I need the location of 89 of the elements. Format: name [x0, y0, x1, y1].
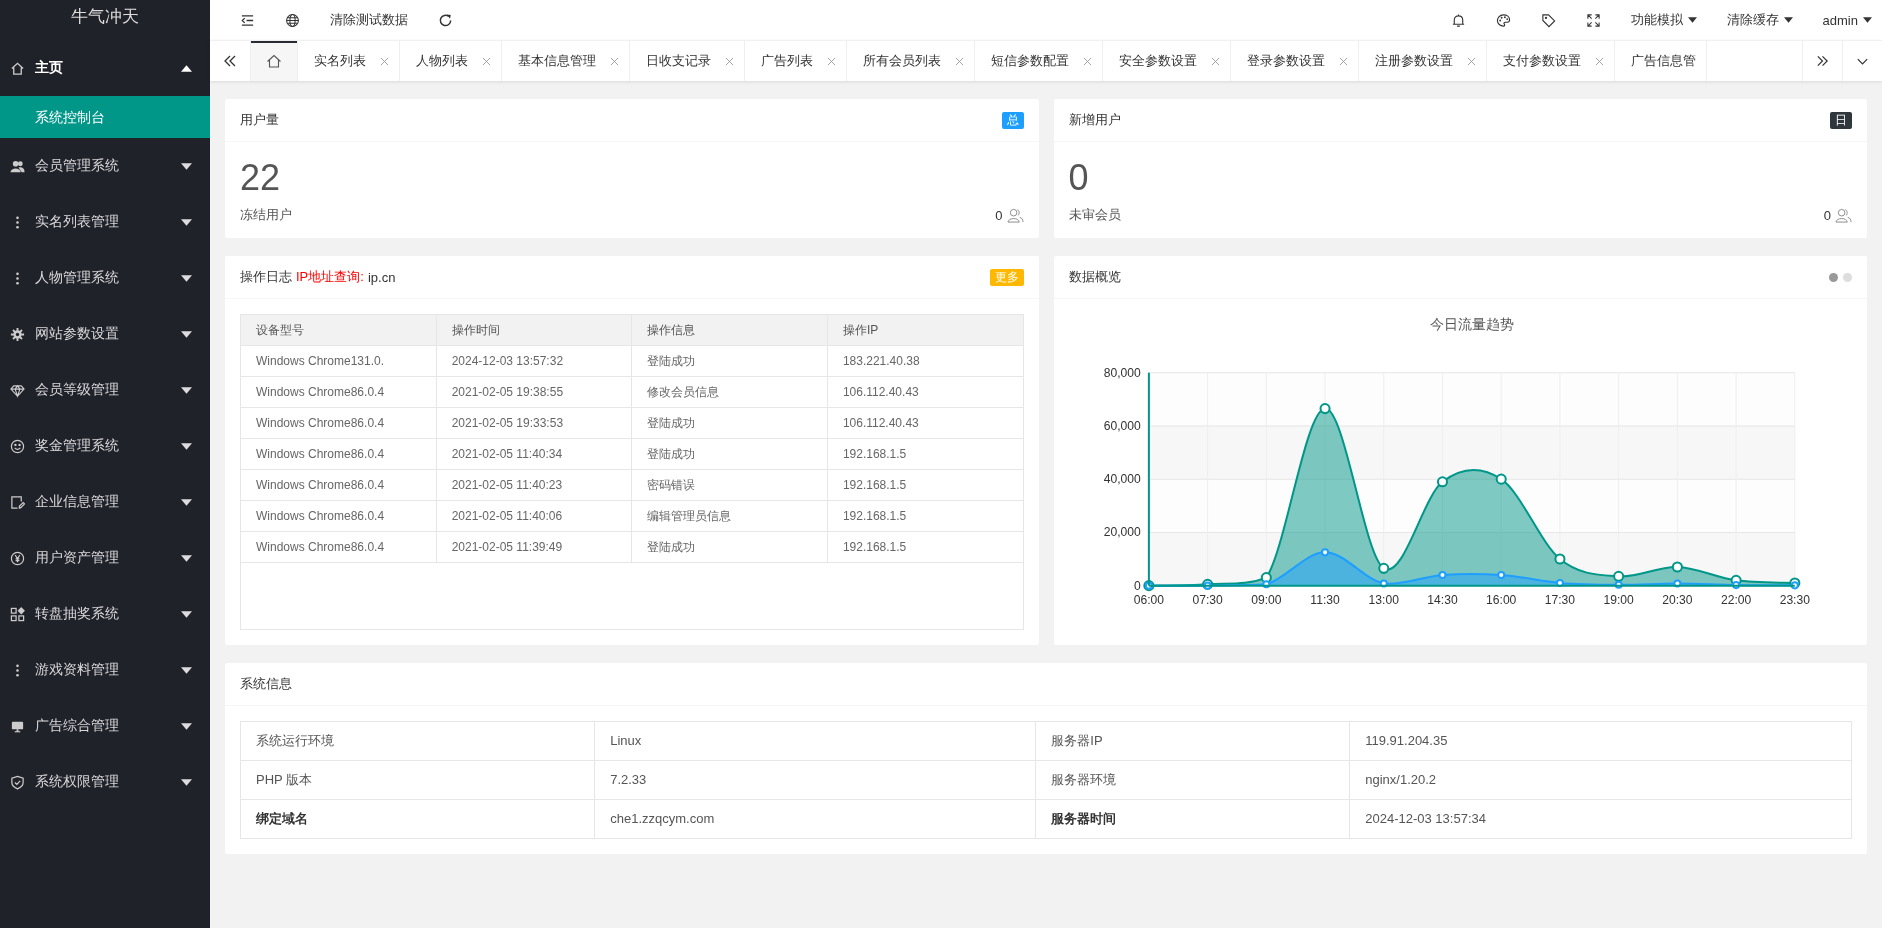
table-cell: 2021-02-05 19:33:53: [436, 408, 633, 438]
table-cell-text: 192.168.1.5: [841, 508, 908, 525]
axis-label: 06:00: [1133, 592, 1164, 607]
table-cell-text: 2024-12-03 13:57:34: [1364, 810, 1487, 828]
tab-label: 广告信息管: [1631, 52, 1696, 70]
table-cell: 登陆成功: [632, 408, 828, 438]
axis-label: 20,000: [1103, 525, 1141, 540]
table-cell: 绑定域名: [241, 800, 596, 838]
axis-label: 11:30: [1309, 592, 1340, 607]
tag-label: 日: [1830, 111, 1852, 129]
table-cell: 服务器IP: [1036, 722, 1351, 760]
tab-label: 广告列表: [761, 52, 813, 70]
card-title: 新增用户: [1068, 111, 1121, 129]
table-cell: 登陆成功: [632, 439, 828, 469]
table-cell: 2021-02-05 11:40:34: [436, 439, 633, 469]
tab-label: 支付参数设置: [1503, 52, 1581, 70]
axis-label: 07:30: [1191, 592, 1223, 607]
table-cell: 登陆成功: [632, 346, 828, 376]
axis-label: 19:00: [1603, 592, 1634, 607]
axis-label: 17:30: [1544, 592, 1575, 607]
table-cell: che1.zzqcym.com: [595, 800, 1037, 838]
tab-label: 注册参数设置: [1375, 52, 1453, 70]
tab-label: 安全参数设置: [1119, 52, 1197, 70]
table-cell: 2024-12-03 13:57:32: [436, 346, 633, 376]
table-cell: 2021-02-05 11:40:23: [436, 470, 633, 500]
tab-label: 登录参数设置: [1247, 52, 1325, 70]
column-header: 操作时间: [436, 315, 633, 345]
axis-label: 80,000: [1103, 365, 1141, 380]
stat-caption: 未审会员: [1068, 206, 1122, 224]
table-cell: 服务器时间: [1036, 800, 1351, 838]
axis-label: 22:00: [1720, 592, 1751, 607]
tab-label: 短信参数配置: [991, 52, 1069, 70]
app-title: 牛气冲天: [70, 6, 140, 28]
stat-count: 0: [995, 207, 1003, 223]
chart-title: 今日流量趋势: [1429, 316, 1514, 333]
tag-label: 总: [1001, 111, 1024, 129]
table-cell: Windows Chrome131.0.: [241, 346, 437, 376]
table-cell-text: 106.112.40.43: [841, 384, 920, 401]
table-cell-text: 192.168.1.5: [841, 477, 908, 494]
table-cell: 2021-02-05 19:38:55: [436, 377, 633, 407]
tab-label: 基本信息管理: [518, 52, 596, 70]
axis-label: 20:30: [1661, 592, 1693, 607]
table-cell: 2021-02-05 11:40:06: [436, 501, 633, 531]
tab-label: 人物列表: [416, 52, 468, 70]
table-cell: 7.2.33: [595, 761, 1037, 799]
axis-label: 60,000: [1103, 418, 1141, 433]
table-cell: 登陆成功: [632, 532, 828, 562]
card-title: 系统信息: [240, 675, 292, 693]
column-header: 操作信息: [632, 315, 828, 345]
table-cell-text: 192.168.1.5: [841, 539, 908, 556]
table-cell-text: 119.91.204.35: [1364, 732, 1449, 750]
table-cell: Windows Chrome86.0.4: [241, 408, 437, 438]
table-cell: 编辑管理员信息: [632, 501, 828, 531]
table-cell: Windows Chrome86.0.4: [241, 532, 437, 562]
table-cell: 服务器环境: [1036, 761, 1351, 799]
stat-value: 0: [1068, 156, 1090, 200]
tab-label: 实名列表: [314, 52, 366, 70]
column-header: 操作IP: [841, 322, 880, 339]
axis-label: 16:00: [1485, 592, 1516, 607]
ip-lookup-label: IP地址查询:: [296, 268, 364, 286]
axis-label: 13:00: [1368, 592, 1399, 607]
table-cell-text: 106.112.40.43: [841, 415, 920, 432]
table-cell: 修改会员信息: [632, 377, 828, 407]
table-cell: 2021-02-05 11:39:49: [436, 532, 633, 562]
table-cell-text: 183.221.40.38: [841, 353, 921, 370]
table-cell: 系统运行环境: [241, 722, 596, 760]
tab-label: 日收支记录: [646, 52, 711, 70]
card-title: 数据概览: [1068, 268, 1121, 286]
stat-value: 22: [240, 156, 282, 200]
column-header: 设备型号: [241, 315, 437, 345]
table-cell: 密码错误: [632, 470, 828, 500]
stat-caption: 冻结用户: [240, 206, 293, 224]
table-cell: Linux: [595, 722, 1037, 760]
axis-label: 09:00: [1250, 592, 1281, 607]
table-cell: Windows Chrome86.0.4: [241, 377, 437, 407]
axis-label: 14:30: [1426, 592, 1458, 607]
stat-count: 0: [1823, 207, 1831, 223]
table-cell-text: 192.168.1.5: [841, 446, 908, 463]
tab-label: 所有会员列表: [863, 52, 941, 70]
table-cell: Windows Chrome86.0.4: [241, 470, 437, 500]
axis-label: 23:30: [1779, 592, 1810, 607]
table-cell: Windows Chrome86.0.4: [241, 501, 437, 531]
table-cell: Windows Chrome86.0.4: [241, 439, 437, 469]
table-cell: PHP 版本: [241, 761, 596, 799]
card-title: 操作日志: [240, 268, 292, 286]
axis-label: 40,000: [1103, 472, 1141, 487]
axis-label: 0: [1133, 578, 1141, 593]
table-cell-text: nginx/1.20.2: [1364, 771, 1438, 789]
card-title: 用户量: [240, 111, 279, 129]
